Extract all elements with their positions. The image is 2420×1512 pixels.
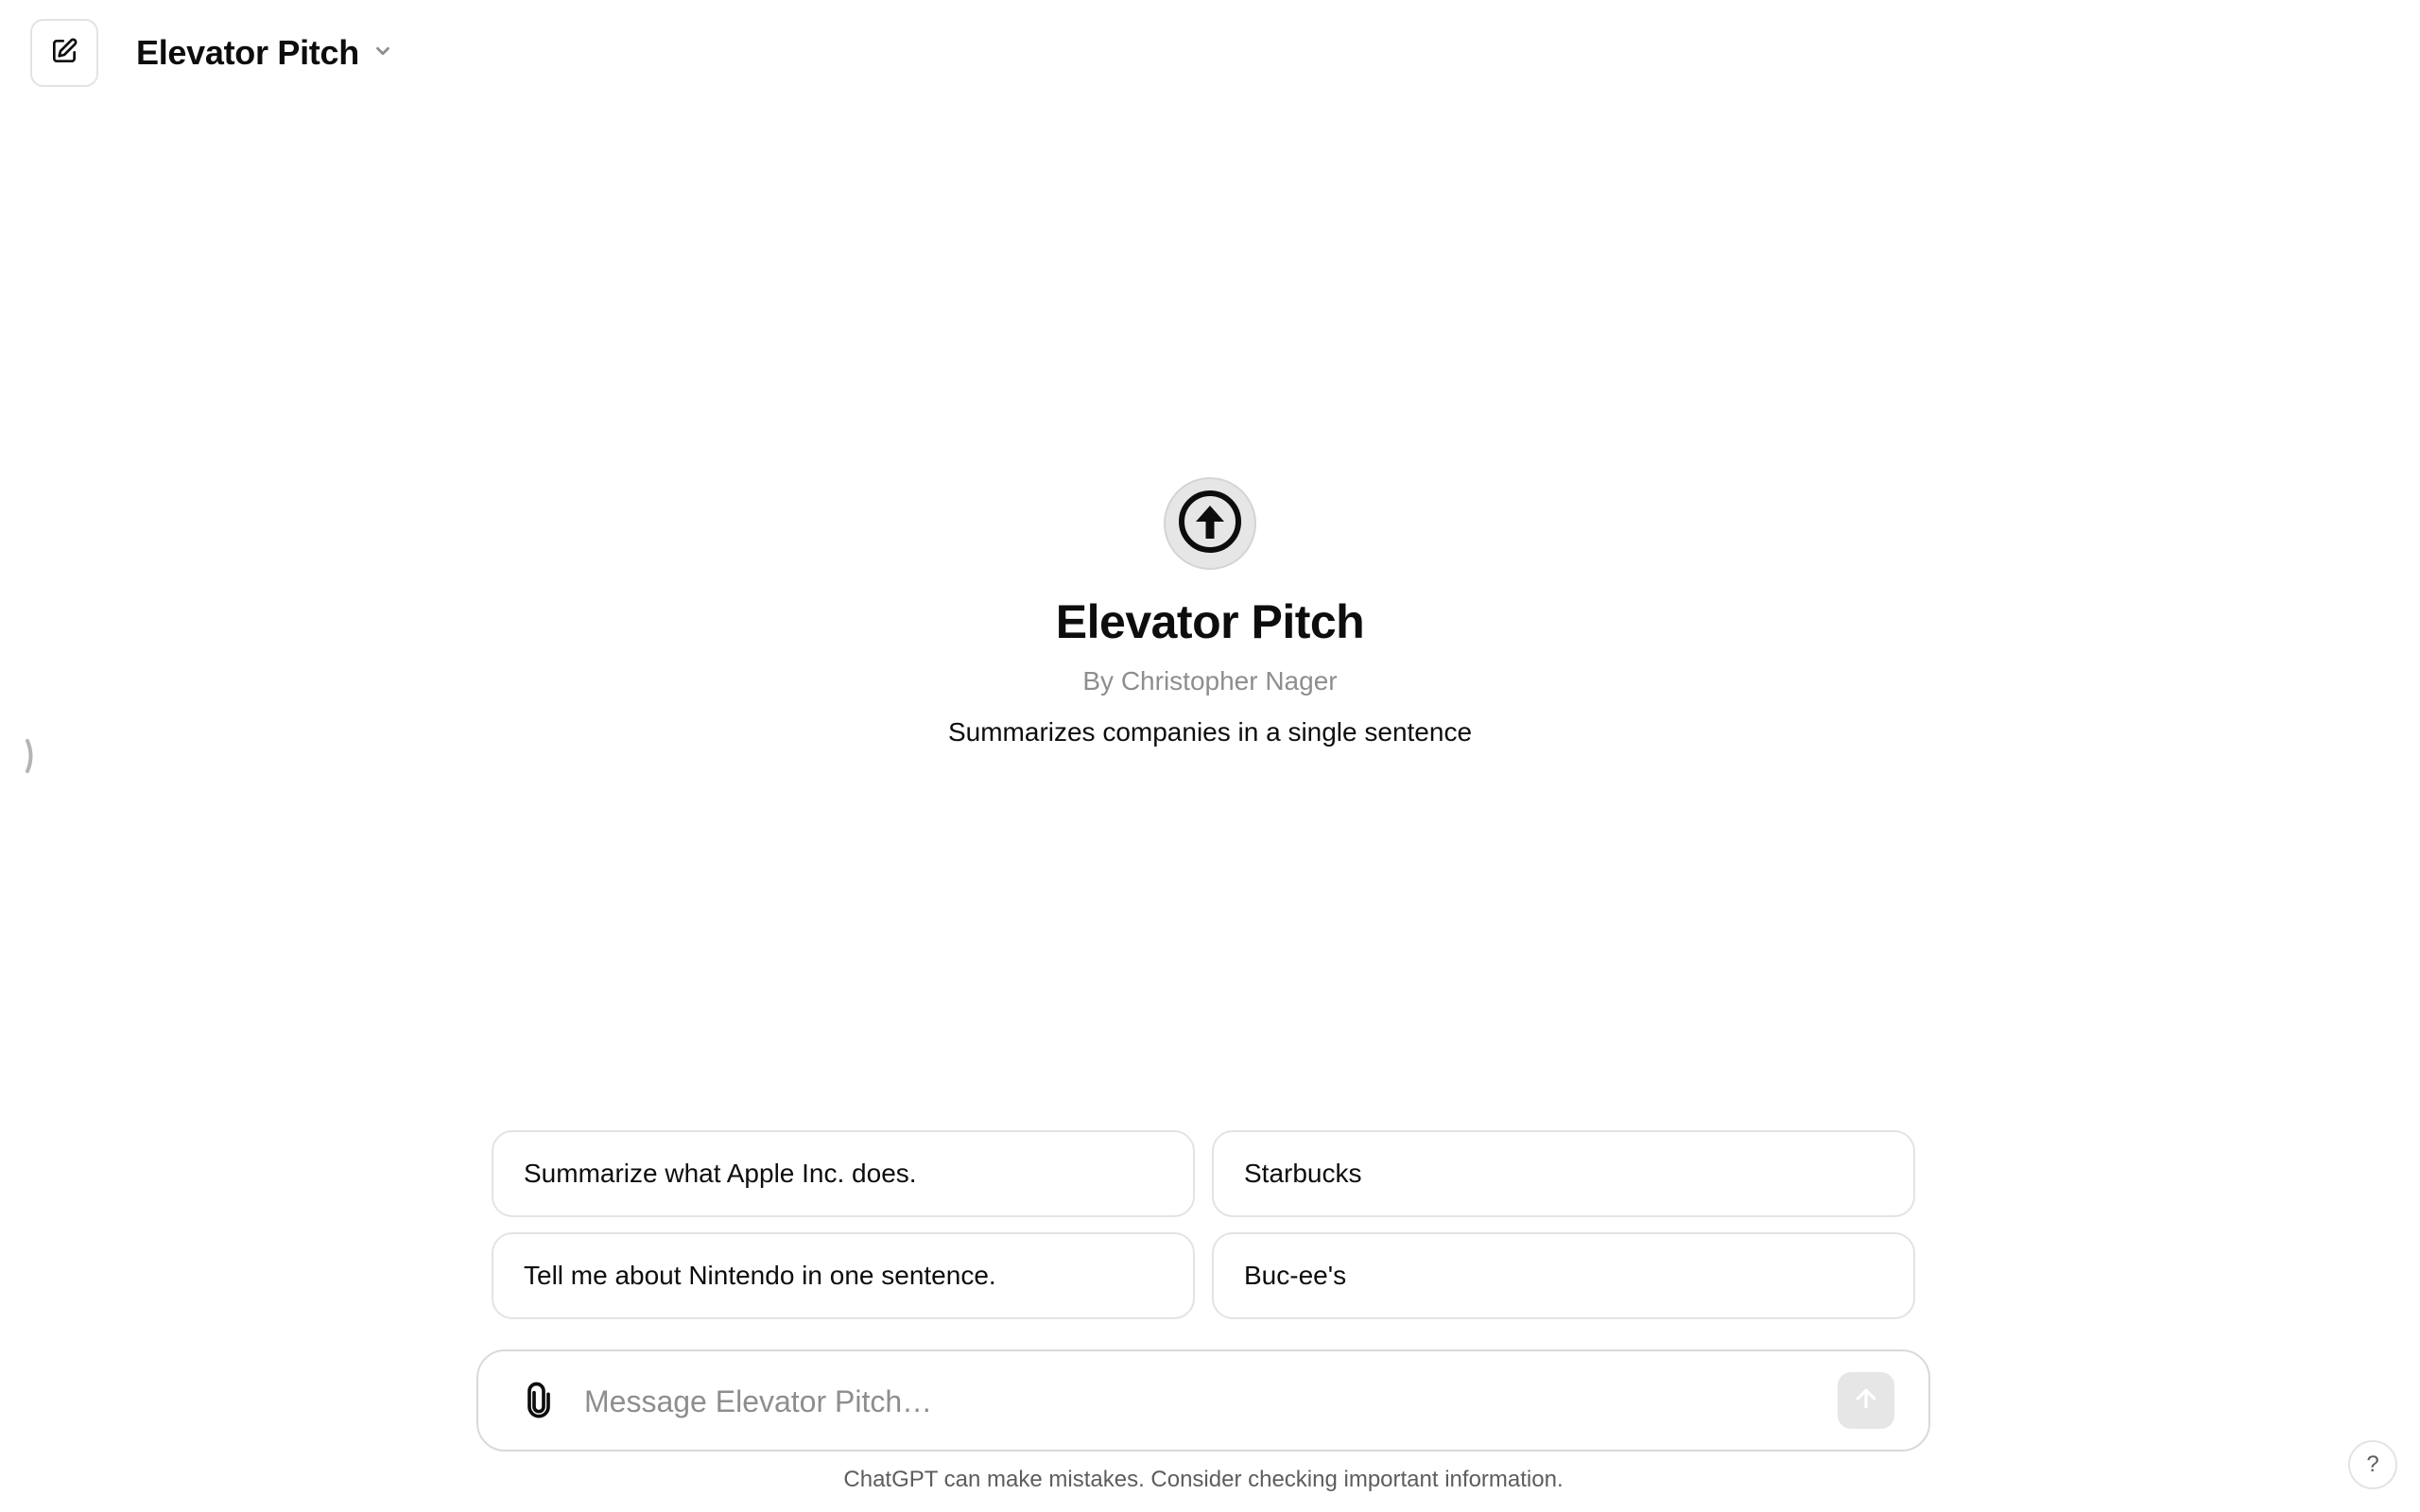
gpt-author: By Christopher Nager bbox=[1082, 666, 1338, 696]
arrow-up-icon bbox=[1852, 1384, 1880, 1418]
starter-starbucks[interactable]: Starbucks bbox=[1212, 1130, 1915, 1217]
edit-icon bbox=[49, 36, 79, 71]
circled-arrow-up-icon bbox=[1175, 487, 1245, 561]
new-chat-button[interactable] bbox=[30, 19, 98, 87]
help-button[interactable]: ? bbox=[2348, 1440, 2397, 1489]
message-input[interactable] bbox=[582, 1372, 1754, 1431]
starter-nintendo[interactable]: Tell me about Nintendo in one sentence. bbox=[492, 1232, 1195, 1319]
gpt-description: Summarizes companies in a single sentenc… bbox=[947, 717, 1473, 747]
gpt-avatar bbox=[1164, 477, 1256, 570]
gpt-title: Elevator Pitch bbox=[1055, 595, 1365, 648]
conversation-starters: Summarize what Apple Inc. does. Starbuck… bbox=[492, 1130, 1915, 1319]
gpt-intro: Elevator Pitch By Christopher Nager Summ… bbox=[0, 477, 2420, 747]
starter-apple[interactable]: Summarize what Apple Inc. does. bbox=[492, 1130, 1195, 1217]
starter-bucees[interactable]: Buc-ee's bbox=[1212, 1232, 1915, 1319]
paperclip-icon bbox=[520, 1380, 558, 1426]
chevron-down-icon bbox=[372, 41, 393, 66]
disclaimer: ChatGPT can make mistakes. Consider chec… bbox=[843, 1467, 1564, 1492]
message-composer bbox=[476, 1349, 1930, 1452]
attach-button[interactable] bbox=[512, 1376, 565, 1429]
model-selector[interactable]: Elevator Pitch bbox=[136, 26, 393, 79]
send-button[interactable] bbox=[1838, 1372, 1894, 1429]
model-title: Elevator Pitch bbox=[136, 33, 359, 72]
top-bar: Elevator Pitch bbox=[0, 0, 2420, 106]
